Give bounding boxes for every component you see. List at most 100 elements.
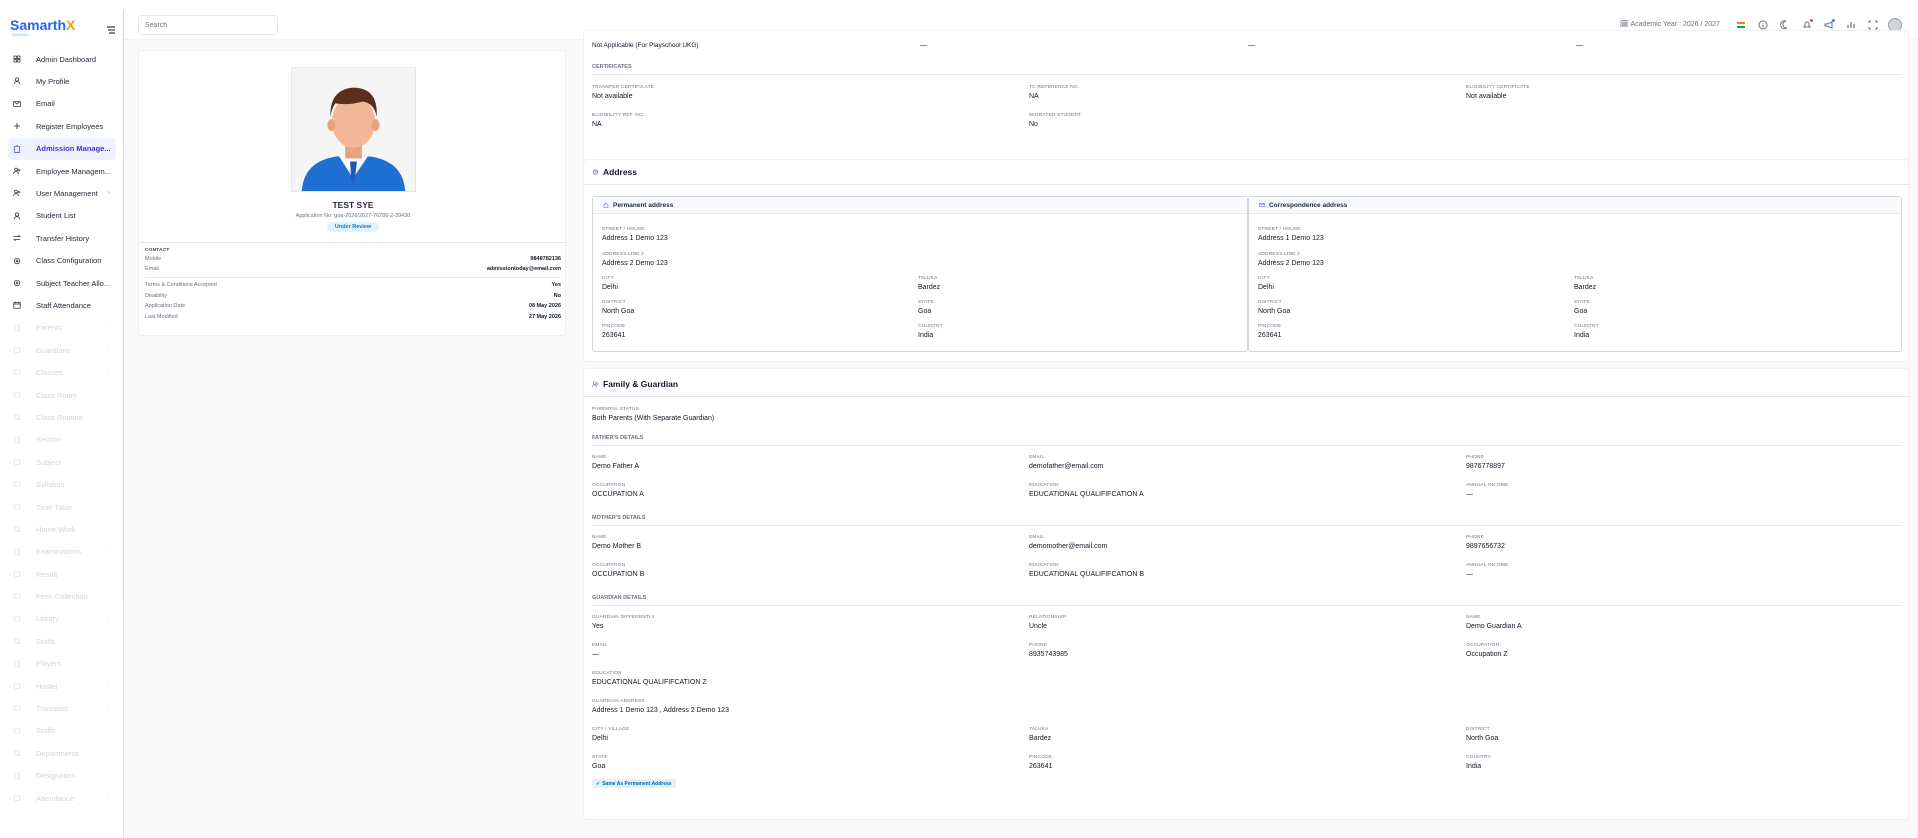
sidebar-item-user-management[interactable]: User Management › <box>8 182 116 204</box>
sidebar-item-class-configuration[interactable]: Class Configuration <box>8 250 116 272</box>
sidebar-item-fees-collection[interactable]: Fees Collection <box>8 585 116 607</box>
dot-icon <box>13 570 21 578</box>
line2-value: Address 2 Demo 123 <box>1258 260 1324 267</box>
chevron-right-icon: › <box>108 347 110 354</box>
sidebar-item-register-employees[interactable]: Register Employees <box>8 115 116 137</box>
sidebar-item-label: Student List <box>36 211 76 221</box>
sidebar-item-admin-dashboard[interactable]: Admin Dashboard <box>8 48 116 70</box>
sidebar-item-departments[interactable]: Departments <box>8 742 116 764</box>
taluka-label: TALUKA <box>1574 276 1594 281</box>
taluka-value: Bardez <box>918 284 941 291</box>
father-phone-value: 9876778897 <box>1466 463 1505 470</box>
sidebar-item-staff-attendance[interactable]: Staff Attendance <box>8 294 116 316</box>
correspondence-address-title: Correspondence address <box>1269 201 1348 209</box>
application-date-label: Application Date <box>145 303 186 309</box>
contact-heading: CONTACT <box>145 248 170 253</box>
last-modified-value: 27 May 2026 <box>528 314 561 320</box>
grid-icon <box>13 55 21 63</box>
permanent-address-box: Permanent address STREET / HOUSE Address… <box>592 196 1248 352</box>
state-value: Goa <box>918 308 932 315</box>
sidebar-item-time-table[interactable]: Time Table <box>8 496 116 518</box>
guardian-occupation-value: Occupation Z <box>1466 651 1508 658</box>
guardian-country-label: COUNTRY <box>1466 755 1492 760</box>
sidebar-item-attendance[interactable]: Attendance › <box>8 787 116 809</box>
dot-icon <box>13 436 21 444</box>
dot-icon <box>13 660 21 668</box>
correspondence-address-box: Correspondence address STREET / HOUSE Ad… <box>1248 196 1902 352</box>
certificates-heading: CERTIFICATES <box>592 64 632 70</box>
sidebar-item-hostel[interactable]: Hostel › <box>8 675 116 697</box>
same-as-permanent-label: Same As Permanent Address <box>602 780 672 787</box>
sidebar-item-label: Examinations <box>36 547 82 557</box>
sidebar-item-classes[interactable]: Classes › <box>8 361 116 383</box>
search-input[interactable] <box>138 15 278 35</box>
sidebar-item-players[interactable]: Players <box>8 653 116 675</box>
sidebar-item-syllabus[interactable]: Syllabus <box>8 473 116 495</box>
same-as-permanent-chip: ✓ Same As Permanent Address <box>592 779 676 788</box>
sidebar-item-employee-managem[interactable]: Employee Managem... <box>8 160 116 182</box>
mother-phone-value: 9897656732 <box>1466 543 1505 550</box>
sidebar-item-label: Employee Managem... <box>36 166 112 176</box>
father-occupation-value: OCCUPATION A <box>592 491 644 498</box>
mobile-label: Mobile <box>145 256 162 262</box>
state-label: STATE <box>1574 300 1590 305</box>
sidebar-item-student-list[interactable]: Student List <box>8 205 116 227</box>
sidebar-item-label: Fees Collection <box>36 592 88 602</box>
menu-toggle-icon[interactable] <box>106 22 116 34</box>
sidebar-item-transport[interactable]: Transport › <box>8 697 116 719</box>
guardian-email-value: — <box>592 651 599 658</box>
guardian-city-label: CITY / VILLAGE <box>592 727 630 732</box>
sidebar-item-label: Designation <box>36 771 76 781</box>
sidebar-item-my-profile[interactable]: My Profile <box>8 70 116 92</box>
divider <box>145 277 561 278</box>
sidebar-item-staffs[interactable]: Staffs <box>8 630 116 652</box>
disability-value: No <box>553 293 561 299</box>
guardian-heading: GUARDIAN DETAILS <box>592 595 647 601</box>
sidebar-item-guardians[interactable]: Guardians › <box>8 339 116 361</box>
guardian-different-value: Yes <box>592 623 604 630</box>
sidebar-item-home-work[interactable]: Home Work <box>8 518 116 540</box>
taluka-label: TALUKA <box>918 276 938 281</box>
sidebar-item-library[interactable]: Library › <box>8 608 116 630</box>
users-icon <box>13 167 21 175</box>
sidebar-item-parents[interactable]: Parents › <box>8 317 116 339</box>
guardian-pincode-label: PINCODE <box>1029 755 1053 760</box>
plus-icon <box>13 122 21 130</box>
eligibility-ref-label: ELIGIBILITY REF. NO. <box>592 113 645 118</box>
dot-icon <box>13 727 21 735</box>
street-label: STREET / HOUSE <box>602 227 645 232</box>
divider <box>139 242 567 243</box>
sidebar-item-section[interactable]: Section <box>8 429 116 451</box>
dot-icon <box>13 525 21 533</box>
street-label: STREET / HOUSE <box>1258 227 1301 232</box>
line2-label: ADDRESS LINE 2 <box>1258 252 1300 257</box>
guardian-email-label: EMAIL <box>592 643 608 648</box>
mobile-row: Mobile 9848782136 <box>145 256 561 262</box>
users-icon <box>592 381 599 387</box>
status-badge: Under Review <box>327 222 379 232</box>
sidebar-item-class-room[interactable]: Class Room <box>8 384 116 406</box>
father-name-label: NAME <box>592 455 607 460</box>
sidebar-item-class-routine[interactable]: Class Routine <box>8 406 116 428</box>
sidebar-item-transfer-history[interactable]: Transfer History <box>8 227 116 249</box>
brand-logo[interactable]: SamarthX SCHOOL <box>10 18 75 38</box>
student-name: TEST SYE <box>332 200 374 210</box>
sidebar-item-subject-teacher-allo[interactable]: Subject Teacher Allo... <box>8 272 116 294</box>
sidebar-item-designation[interactable]: Designation <box>8 765 116 787</box>
sidebar-item-examinations[interactable]: Examinations › <box>8 541 116 563</box>
father-occupation-label: OCCUPATION <box>592 483 626 488</box>
mother-education-value: EDUCATIONAL QUALIFIFCATION B <box>1029 571 1144 578</box>
country-value: India <box>1574 332 1590 339</box>
sidebar-item-subject[interactable]: Subject <box>8 451 116 473</box>
sidebar-item-staffs[interactable]: Staffs <box>8 720 116 742</box>
pincode-label: PINCODE <box>1258 324 1282 329</box>
sidebar-item-admission-manage[interactable]: Admission Manage... <box>8 137 116 160</box>
chevron-right-icon: › <box>108 369 110 376</box>
sidebar-item-email[interactable]: Email <box>8 93 116 115</box>
father-education-value: EDUCATIONAL QUALIFIFCATION A <box>1029 491 1144 498</box>
guardian-education-value: EDUCATIONAL QUALIFIFCATION Z <box>592 679 707 686</box>
guardian-phone-label: PHONE <box>1029 643 1048 648</box>
sidebar-item-result[interactable]: Result <box>8 563 116 585</box>
guardian-district-value: North Goa <box>1466 735 1499 742</box>
dot-icon <box>13 637 21 645</box>
